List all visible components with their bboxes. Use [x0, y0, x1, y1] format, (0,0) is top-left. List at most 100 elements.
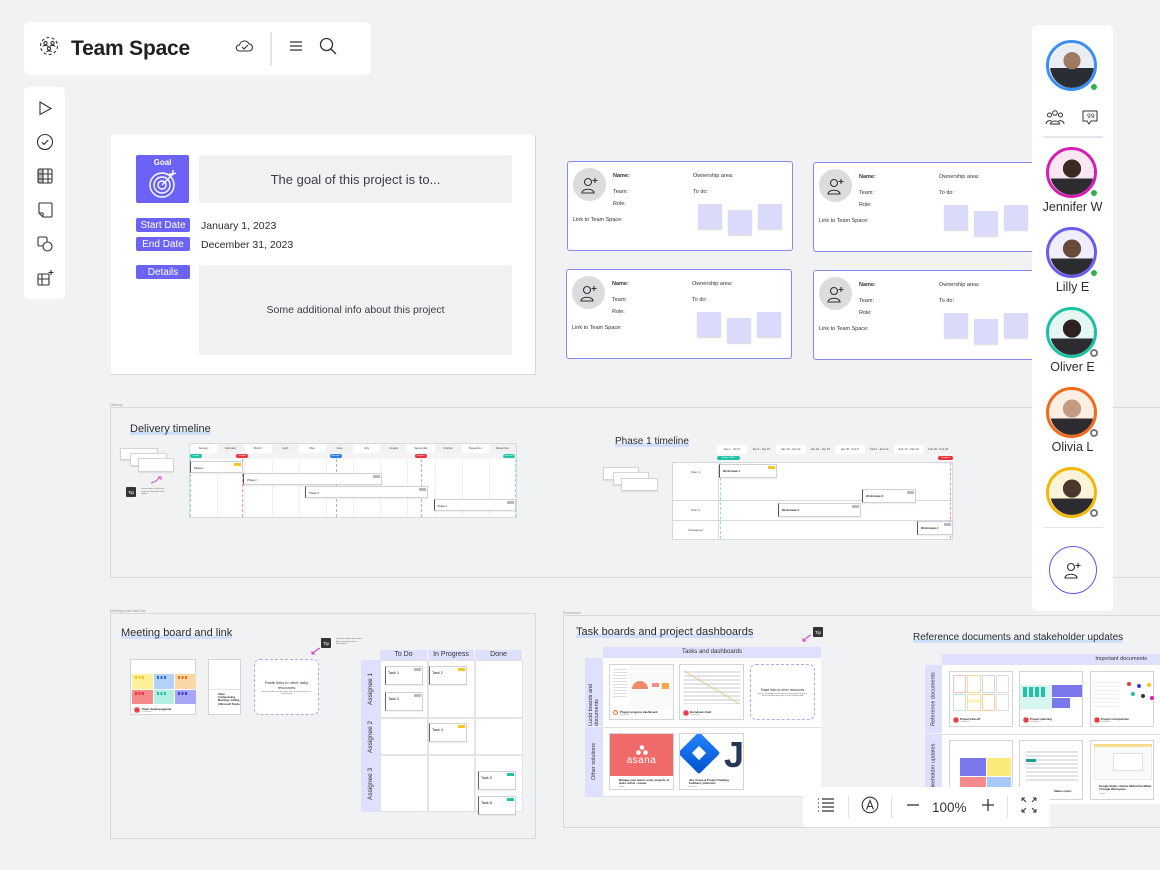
sticky-note[interactable] — [974, 319, 998, 344]
task-card[interactable]: Task 1 — [385, 666, 423, 685]
people-icon[interactable] — [1045, 109, 1065, 130]
start-marker[interactable]: Project START — [717, 456, 740, 460]
zoom-level[interactable]: 100% — [932, 800, 967, 815]
collaborator-avatar[interactable] — [1046, 147, 1097, 198]
project-progress-dashboard-link[interactable]: Project progress dashboard Lucidchart — [609, 664, 674, 720]
team-field[interactable]: Team: — [859, 190, 874, 196]
outline-list-button[interactable] — [817, 797, 835, 818]
team-space-link-field[interactable]: Link to Team Space: — [573, 217, 623, 223]
task-card[interactable]: Task 4 — [429, 723, 467, 742]
ownership-field[interactable]: Ownership area: — [693, 173, 733, 179]
name-field[interactable]: Name: — [612, 281, 629, 287]
task-tool[interactable] — [34, 131, 56, 153]
search-icon[interactable] — [318, 36, 338, 61]
menu-icon[interactable] — [288, 39, 304, 58]
zoom-out-button[interactable] — [906, 798, 920, 817]
name-field[interactable]: Name: — [613, 173, 630, 179]
sticky-note[interactable] — [944, 205, 968, 230]
add-member-avatar[interactable] — [819, 169, 852, 202]
ownership-field[interactable]: Ownership area: — [939, 174, 979, 180]
sticky-note[interactable] — [1004, 313, 1028, 338]
paste-links-dropzone[interactable]: Paste links to other daily resources Use… — [254, 659, 319, 715]
end-date-value[interactable]: December 31, 2023 — [201, 239, 293, 251]
asana-link[interactable]: asana Manage your team's work, projects,… — [609, 733, 674, 790]
collaborator-avatar[interactable] — [1046, 227, 1097, 278]
meeting-board-link[interactable]: Team meeting agenda Lucidspark — [130, 659, 196, 715]
team-member-card[interactable]: Name: Team: Role: Link to Team Space: Ow… — [567, 161, 793, 251]
task-card[interactable]: Task 6 — [478, 796, 516, 815]
comments-icon[interactable]: 99 — [1081, 109, 1099, 131]
details-text-box[interactable]: Some additional info about this project — [199, 265, 512, 355]
project-planning-link[interactable]: Project planning Lucidspark — [1019, 671, 1083, 727]
role-field[interactable]: Role: — [613, 201, 626, 207]
phase-bar[interactable]: Phase 1 — [190, 461, 244, 473]
project-kickoff-link[interactable]: Project kick-off Lucidspark — [949, 671, 1013, 727]
workstream-bar[interactable]: Workstream 2 — [778, 503, 861, 517]
workstream-bar[interactable]: Workstream 1 — [719, 464, 777, 478]
role-field[interactable]: Role: — [859, 202, 872, 208]
name-field[interactable]: Name: — [859, 282, 876, 288]
timeline-marker[interactable]: Deadline — [414, 454, 427, 458]
sticky-note[interactable] — [697, 312, 721, 337]
deadline-marker[interactable]: Deadline — [938, 456, 953, 460]
add-member-avatar[interactable] — [573, 168, 606, 201]
team-field[interactable]: Team: — [612, 297, 627, 303]
collaborator-avatar[interactable] — [1046, 387, 1097, 438]
sticky-note[interactable] — [757, 312, 781, 337]
sticky-note[interactable] — [758, 204, 782, 229]
current-user-avatar[interactable] — [1046, 40, 1097, 91]
task-card[interactable]: Task 3 — [385, 692, 423, 711]
sticky-note[interactable] — [728, 210, 752, 235]
collaborator-avatar[interactable] — [1046, 307, 1097, 358]
sticky-note[interactable] — [1004, 205, 1028, 230]
video-conference-link[interactable]: Video Conferencing, Meetings, Calling | … — [208, 659, 241, 715]
phase-bar[interactable]: Phase 3 — [305, 486, 428, 498]
timeline-marker[interactable]: Milestone — [329, 454, 342, 458]
sticky-note[interactable] — [944, 313, 968, 338]
google-slides-link[interactable]: Google Slides: Online Slideshow Maker | … — [1090, 740, 1154, 800]
team-member-card[interactable]: Name: Team: Role: Link to Team Space: Ow… — [813, 162, 1039, 252]
team-space-link-field[interactable]: Link to Team Space: — [572, 325, 622, 331]
select-tool[interactable] — [34, 97, 56, 119]
add-member-avatar[interactable] — [819, 277, 852, 310]
phase-bar[interactable]: Phase 4 — [433, 499, 516, 511]
project-retrospective-link[interactable]: Project retrospective Lucidspark — [1090, 671, 1154, 727]
sticky-note[interactable] — [727, 318, 751, 343]
phase-bar[interactable]: Phase 2 — [243, 473, 383, 485]
role-field[interactable]: Role: — [612, 309, 625, 315]
team-member-card[interactable]: Name: Team: Role: Link to Team Space: Ow… — [566, 269, 792, 359]
workstream-bar[interactable]: Workstream 3 — [862, 489, 916, 503]
fit-to-screen-button[interactable] — [1020, 796, 1038, 819]
timeline-marker[interactable]: Deadline — [236, 454, 249, 458]
paste-resources-dropzone[interactable]: Paste links to other resources Use the l… — [750, 664, 815, 720]
timeline-marker[interactable]: Project START — [190, 454, 202, 461]
sticky-note[interactable] — [974, 211, 998, 236]
zoom-in-button[interactable] — [981, 798, 995, 817]
name-field[interactable]: Name: — [859, 174, 876, 180]
table-tool[interactable] — [34, 165, 56, 187]
ownership-field[interactable]: Ownership area: — [692, 281, 732, 287]
start-date-value[interactable]: January 1, 2023 — [201, 220, 276, 232]
timeline-marker[interactable]: Project END — [502, 454, 515, 458]
ownership-field[interactable]: Ownership area: — [939, 282, 979, 288]
team-field[interactable]: Team: — [613, 189, 628, 195]
invite-user-button[interactable] — [1049, 546, 1097, 594]
team-member-card[interactable]: Name: Team: Role: Link to Team Space: Ow… — [813, 270, 1039, 360]
goal-text-box[interactable]: The goal of this project is to... — [199, 155, 512, 203]
cloud-saved-icon[interactable] — [234, 38, 254, 59]
role-field[interactable]: Role: — [859, 310, 872, 316]
shapes-tool[interactable] — [34, 233, 56, 255]
template-card[interactable] — [621, 478, 658, 491]
jira-link[interactable]: J Jira | Issue & Project Tracking Softwa… — [679, 733, 744, 790]
team-space-link-field[interactable]: Link to Team Space: — [819, 326, 869, 332]
workstream-bar[interactable]: Workstream 4 — [917, 521, 953, 535]
sticky-note[interactable] — [698, 204, 722, 229]
team-space-link-field[interactable]: Link to Team Space: — [819, 218, 869, 224]
task-card[interactable]: Task 2 — [429, 666, 467, 685]
sticky-note-tool[interactable] — [34, 199, 56, 221]
add-member-avatar[interactable] — [572, 276, 605, 309]
add-container-tool[interactable] — [34, 267, 56, 289]
task-card[interactable]: Task 5 — [478, 771, 516, 790]
collaborator-avatar[interactable] — [1046, 467, 1097, 518]
navigate-button[interactable] — [861, 796, 879, 819]
